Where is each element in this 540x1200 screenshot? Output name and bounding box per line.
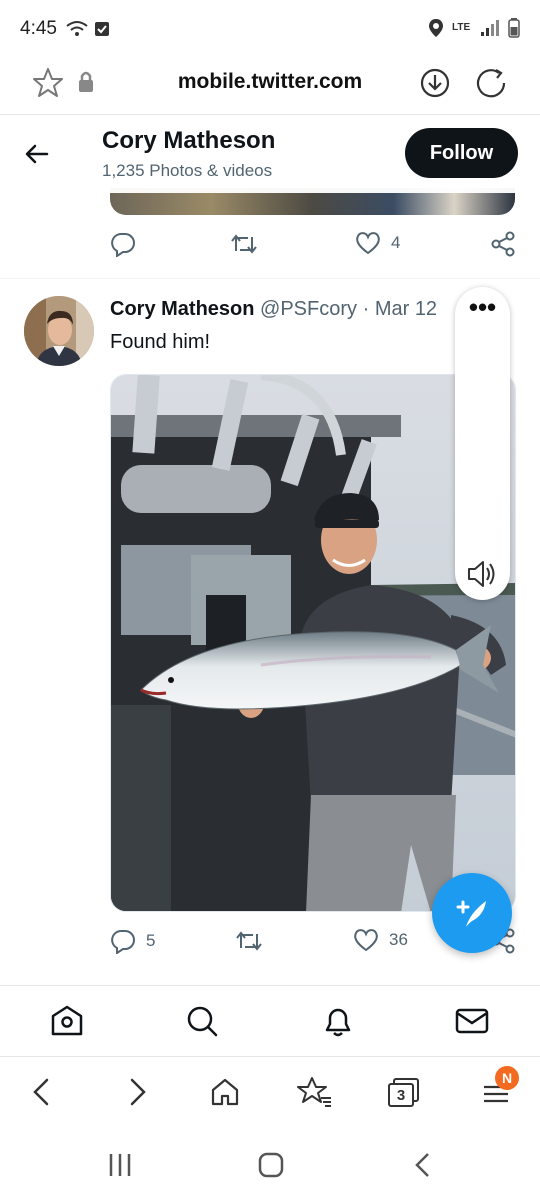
tab-count: 3	[388, 1083, 414, 1107]
signal-icon	[481, 20, 499, 36]
like-button[interactable]: 4	[355, 231, 400, 255]
reply-icon	[111, 930, 135, 954]
tweet-separator: ·	[362, 298, 370, 320]
like-button[interactable]: 36	[353, 928, 408, 952]
share-icon	[491, 231, 515, 257]
twitter-bottom-nav	[0, 985, 540, 1057]
retweet-icon	[231, 234, 257, 254]
profile-name: Cory Matheson	[102, 127, 276, 154]
reload-icon[interactable]	[475, 66, 509, 100]
home-icon[interactable]	[256, 1150, 286, 1180]
recents-icon[interactable]	[105, 1150, 135, 1180]
back-arrow-icon[interactable]	[20, 137, 54, 171]
reply-count: 5	[146, 931, 156, 950]
compose-feather-icon	[456, 900, 486, 927]
retweet-button[interactable]	[235, 928, 263, 954]
lte-icon: LTE	[452, 22, 471, 33]
reply-button[interactable]: 5	[110, 928, 155, 954]
previous-tweet-actions: 4	[110, 231, 520, 265]
heart-icon	[356, 232, 380, 255]
bookmarks-icon[interactable]	[297, 1074, 333, 1110]
tweet-author-handle[interactable]: @PSFcory	[260, 298, 357, 320]
home-icon[interactable]	[48, 1002, 86, 1040]
tweet-header: Cory Matheson @PSFcory · Mar 12	[110, 298, 437, 321]
profile-media-count: 1,235 Photos & videos	[102, 161, 273, 180]
back-icon[interactable]	[408, 1150, 438, 1180]
status-time: 4:45	[20, 18, 57, 39]
tabs-icon[interactable]: 3	[388, 1078, 420, 1110]
search-icon[interactable]	[183, 1002, 221, 1040]
checkbox-icon	[95, 22, 109, 36]
browser-bottom-nav: 3	[0, 1060, 540, 1128]
battery-icon	[508, 18, 520, 38]
home-icon[interactable]	[207, 1074, 243, 1110]
retweet-button[interactable]	[230, 231, 258, 257]
url-field[interactable]: mobile.twitter.com	[0, 70, 540, 94]
tweet-date[interactable]: Mar 12	[375, 298, 437, 320]
follow-button[interactable]: Follow	[405, 128, 518, 178]
share-button[interactable]	[490, 231, 516, 257]
avatar[interactable]	[24, 296, 94, 366]
reply-button[interactable]	[110, 231, 136, 257]
like-count: 4	[391, 233, 401, 252]
wifi-icon	[66, 21, 88, 36]
divider	[0, 278, 540, 279]
retweet-icon	[236, 931, 262, 951]
browser-address-bar: mobile.twitter.com	[0, 56, 540, 112]
status-bar: 4:45 LTE	[0, 0, 540, 60]
reply-icon	[111, 233, 135, 257]
tweet-text: Found him!	[110, 331, 211, 353]
android-nav-bar	[0, 1130, 540, 1200]
floating-action-menu: •••	[455, 287, 510, 600]
back-icon[interactable]	[25, 1074, 61, 1110]
profile-header: Cory Matheson 1,235 Photos & videos Foll…	[0, 115, 540, 193]
menu-notification-badge: N	[495, 1066, 519, 1090]
location-icon	[429, 19, 443, 37]
heart-icon	[354, 929, 378, 952]
tweet-author-name[interactable]: Cory Matheson	[110, 298, 254, 320]
forward-icon[interactable]	[118, 1074, 154, 1110]
compose-tweet-button[interactable]	[432, 873, 512, 953]
like-count: 36	[389, 930, 408, 949]
mail-icon[interactable]	[453, 1002, 491, 1040]
download-icon[interactable]	[418, 66, 452, 100]
more-options-icon[interactable]: •••	[455, 294, 510, 327]
speaker-icon[interactable]	[465, 557, 499, 591]
bell-icon[interactable]	[319, 1002, 357, 1040]
